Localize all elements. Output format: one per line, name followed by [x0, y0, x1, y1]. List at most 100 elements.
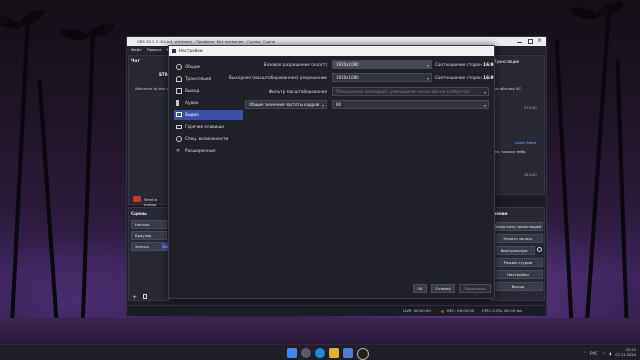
minimize-icon[interactable] — [517, 38, 522, 43]
network-icon[interactable]: ◠ — [602, 351, 606, 356]
edge-browser-icon[interactable] — [315, 348, 325, 358]
virtual-camera-button[interactable]: Виртуальную камеру — [493, 246, 535, 261]
fps-type-value: Общие значения частоты кадров — [249, 102, 320, 107]
aspect-label: Соотношение сторон — [435, 62, 482, 67]
volume-icon[interactable]: ◖ — [609, 351, 611, 356]
output-resolution-value: 1920x1080 — [336, 75, 359, 80]
controls-panel: ление Запустить трансляцию Начать запись… — [490, 207, 545, 301]
downscale-filter-value: [Разрешения совпадают, уменьшение масшта… — [336, 89, 470, 94]
ok-button[interactable]: OK — [413, 284, 427, 293]
menu-edit[interactable]: Правка — [147, 47, 161, 52]
menu-file[interactable]: Файл — [131, 47, 142, 52]
taskbar: ˄ РУС ◠ ◖ 22:22 07.11.2024 — [0, 344, 640, 360]
cpu-status: CPU: 0.2%, 60.00 fps — [482, 308, 523, 313]
nav-video[interactable]: Видео — [174, 110, 243, 120]
cancel-button[interactable]: Отмена — [431, 284, 455, 293]
settings-dialog: Настройки Общие Трансляция Вывод Аудио В… — [168, 45, 495, 299]
nav-label: Расширенные — [185, 148, 216, 153]
clock-date: 07.11.2024 — [615, 353, 636, 357]
speaker-icon — [176, 100, 182, 106]
scenes-header: Сцены — [131, 211, 147, 216]
broadcast-icon — [176, 76, 182, 82]
base-resolution-combo[interactable]: 1920x1080 ▾ — [332, 60, 432, 69]
broadcast-desc-text: ия, только тебя — [494, 149, 526, 154]
output-resolution-label: Выходное (масштабированное) разрешение — [228, 75, 327, 80]
title-char-count: 27/140 — [524, 106, 537, 110]
obs-app-icon[interactable] — [357, 348, 369, 360]
clock[interactable]: 22:22 07.11.2024 — [615, 348, 636, 358]
nav-label: Вывод — [185, 88, 200, 93]
chevron-down-icon: ▾ — [483, 103, 486, 108]
chevron-down-icon: ▾ — [321, 103, 324, 108]
fps-value-combo[interactable]: 60 ▾ — [332, 100, 489, 109]
nav-label: Видео — [185, 112, 199, 117]
tray-chevron-icon[interactable]: ˄ — [584, 351, 586, 356]
chat-welcome-text: Welcome to the c — [135, 86, 169, 91]
gear-icon — [176, 64, 182, 70]
aspect-value: 16:9 — [483, 62, 494, 67]
rec-dot-icon — [441, 310, 444, 313]
chat-panel: Чат STRE Welcome to the c Send a messa — [128, 55, 170, 207]
rec-status: REC: 00:00:00 — [447, 308, 475, 313]
studio-mode-button[interactable]: Режим студии — [493, 258, 543, 267]
nav-output[interactable]: Вывод — [174, 86, 243, 96]
controls-header: ление — [493, 211, 508, 216]
downscale-filter-combo: [Разрешения совпадают, уменьшение масшта… — [332, 87, 489, 96]
nav-advanced[interactable]: ✕ Расширенные — [174, 146, 243, 156]
aspect-label: Соотношение сторон — [435, 75, 482, 80]
monitor-icon — [176, 112, 182, 117]
nav-audio[interactable]: Аудио — [174, 98, 243, 108]
base-resolution-label: Базовое разрешение (холст) — [263, 62, 327, 67]
chat-header: Чат — [131, 58, 140, 63]
settings-button[interactable]: Настройки — [493, 270, 543, 279]
close-icon[interactable]: × — [537, 37, 543, 45]
broadcast-title-text: ло обычно ХС — [494, 86, 522, 91]
learn-more-link[interactable]: Learn More — [515, 140, 536, 145]
chevron-down-icon: ▾ — [426, 63, 429, 68]
remove-scene-icon[interactable] — [143, 294, 147, 299]
nav-label: Спец. возможности — [185, 136, 229, 141]
settings-dialog-title: Настройки — [169, 46, 494, 56]
file-explorer-icon[interactable] — [329, 348, 339, 358]
broadcast-panel: Трансляции ло обычно ХС 27/140 Learn Mor… — [490, 55, 545, 217]
exit-button[interactable]: Выход — [493, 282, 543, 291]
live-status: LIVE: 00:00:00 — [403, 308, 431, 313]
fps-value: 60 — [336, 102, 342, 107]
keyboard-icon — [176, 125, 182, 129]
obs-logo-icon — [172, 49, 176, 53]
nav-label: Трансляция — [185, 76, 212, 81]
chat-send-icon[interactable] — [133, 196, 141, 202]
nav-label: Горячие клавиши — [185, 124, 224, 129]
maximize-icon[interactable] — [528, 39, 533, 44]
chevron-down-icon: ▾ — [483, 90, 486, 95]
virtual-camera-settings-icon[interactable] — [537, 247, 542, 252]
start-streaming-button[interactable]: Запустить трансляцию — [493, 222, 543, 231]
vk-app-icon[interactable] — [343, 348, 353, 358]
aspect-value: 16:9 — [483, 75, 494, 80]
language-indicator[interactable]: РУС — [590, 351, 598, 356]
chevron-down-icon: ▾ — [426, 76, 429, 81]
downscale-filter-label: Фильтр масштабирования — [268, 89, 327, 94]
output-resolution-combo[interactable]: 1920x1080 ▾ — [332, 73, 432, 82]
base-resolution-value: 1920x1080 — [336, 62, 359, 67]
nav-label: Общие — [185, 64, 201, 69]
add-scene-icon[interactable]: + — [132, 294, 137, 301]
nav-general[interactable]: Общие — [174, 62, 243, 72]
fps-type-combo[interactable]: Общие значения частоты кадров ▾ — [245, 100, 327, 109]
scene-item[interactable]: Браузер — [131, 231, 167, 240]
status-bar: LIVE: 00:00:00 REC: 00:00:00 CPU: 0.2%, … — [127, 305, 546, 316]
broadcast-header: Трансляции — [494, 59, 520, 64]
apply-button[interactable]: Применить — [459, 284, 491, 293]
scenes-panel: Сцены Начало Браузер Запись Си + — [128, 207, 170, 301]
send-message-input[interactable]: Send a messa — [144, 197, 169, 207]
base-aspect-ratio: Соотношение сторон 16:9 — [435, 62, 494, 67]
nav-hotkeys[interactable]: Горячие клавиши — [174, 122, 243, 132]
accessibility-icon — [176, 136, 182, 142]
nav-accessibility[interactable]: Спец. возможности — [174, 134, 243, 144]
scene-item[interactable]: Начало — [131, 220, 167, 229]
start-recording-button[interactable]: Начать запись — [493, 234, 543, 243]
start-menu-icon[interactable] — [287, 348, 297, 358]
system-tray: ˄ РУС ◠ ◖ 22:22 07.11.2024 — [584, 347, 636, 359]
search-icon[interactable] — [301, 348, 311, 358]
desc-char-count: 34/140 — [524, 173, 537, 177]
